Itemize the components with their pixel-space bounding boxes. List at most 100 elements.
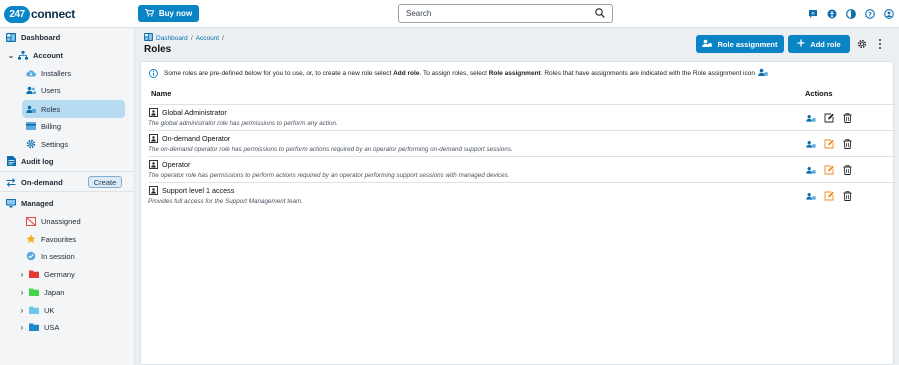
search-input[interactable] xyxy=(406,9,595,18)
sidebar-group-germany[interactable]: › Germany xyxy=(18,266,75,282)
info-banner: Some roles are pre-defined below for you… xyxy=(149,68,768,79)
sidebar-label: Settings xyxy=(41,139,69,149)
svg-text:?: ? xyxy=(868,10,872,18)
sidebar-label: Users xyxy=(41,85,61,95)
role-name-label: Global Administrator xyxy=(162,108,227,117)
accessibility-icon[interactable] xyxy=(826,8,837,19)
row-actions xyxy=(806,139,852,149)
row-divider xyxy=(149,182,895,183)
row-divider xyxy=(149,156,895,157)
sidebar-item-billing[interactable]: Billing xyxy=(26,118,61,134)
buy-now-button[interactable]: Buy now xyxy=(138,5,199,22)
sidebar-label: Dashboard xyxy=(21,32,61,42)
id-badge-icon xyxy=(149,160,158,169)
delete-icon[interactable] xyxy=(842,191,852,201)
role-name-label: Operator xyxy=(162,160,191,169)
sidebar-item-installers[interactable]: Installers xyxy=(26,65,71,81)
buy-now-label: Buy now xyxy=(158,9,193,18)
sidebar-item-unassigned[interactable]: Unassigned xyxy=(26,213,81,229)
org-chart-icon xyxy=(18,50,28,60)
help-icon[interactable]: ? xyxy=(864,8,875,19)
sidebar-label: Roles xyxy=(41,104,61,114)
row-divider xyxy=(149,104,895,105)
search-icon[interactable] xyxy=(595,7,605,20)
sidebar-item-managed[interactable]: Managed xyxy=(6,195,54,211)
settings-gear-icon[interactable] xyxy=(857,39,867,49)
sidebar-label: In session xyxy=(41,251,75,261)
role-name[interactable]: Global Administrator xyxy=(149,108,227,117)
sidebar-label: Japan xyxy=(44,287,65,297)
roles-card: Some roles are pre-defined below for you… xyxy=(140,61,895,365)
add-role-label: Add role xyxy=(810,39,841,49)
info-text: . Roles that have assignments are indica… xyxy=(540,70,755,77)
info-add-role: Add role xyxy=(393,70,420,77)
user-account-icon[interactable] xyxy=(883,8,894,19)
role-name[interactable]: Operator xyxy=(149,160,190,169)
breadcrumb-separator: / xyxy=(222,34,224,42)
id-badge-icon xyxy=(149,108,158,117)
folder-icon xyxy=(29,269,39,279)
breadcrumb: Dashboard / Account / xyxy=(144,33,224,43)
delete-icon[interactable] xyxy=(842,165,852,175)
sidebar-label: Managed xyxy=(21,198,54,208)
sidebar-item-audit-log[interactable]: Audit log xyxy=(6,153,54,169)
role-assignment-icon[interactable] xyxy=(806,191,816,201)
create-session-button[interactable]: Create xyxy=(88,176,122,188)
more-options-icon[interactable] xyxy=(877,39,883,49)
edit-icon[interactable] xyxy=(824,113,834,123)
role-name[interactable]: Support level 1 access xyxy=(149,186,234,195)
sidebar-label: Audit log xyxy=(21,156,54,166)
sidebar-item-account[interactable]: ⌄ Account xyxy=(7,47,63,63)
transfer-arrows-icon xyxy=(6,177,16,187)
chat-icon[interactable] xyxy=(807,8,818,19)
add-role-button[interactable]: Add role xyxy=(788,35,850,53)
role-description: The on-demand operator role has permissi… xyxy=(148,146,513,153)
chevron-right-icon: › xyxy=(20,305,24,315)
breadcrumb-dashboard[interactable]: Dashboard xyxy=(156,35,188,42)
edit-icon[interactable] xyxy=(824,191,834,201)
device-group-icon xyxy=(6,198,16,208)
sidebar-group-usa[interactable]: › USA xyxy=(18,319,60,335)
column-header-name[interactable]: Name xyxy=(151,89,171,98)
sidebar-label: Germany xyxy=(44,269,75,279)
folder-icon xyxy=(29,305,39,315)
logo-badge: 247 xyxy=(4,5,30,23)
role-assignment-icon xyxy=(702,39,713,50)
cloud-download-icon xyxy=(26,68,36,78)
breadcrumb-separator: / xyxy=(190,34,193,42)
role-assignment-icon[interactable] xyxy=(806,113,816,123)
row-actions xyxy=(806,191,852,201)
sidebar-item-on-demand[interactable]: On-demand xyxy=(6,174,63,190)
chevron-right-icon: › xyxy=(20,287,24,297)
chevron-right-icon: › xyxy=(20,269,24,279)
sidebar-group-japan[interactable]: › Japan xyxy=(18,284,65,300)
role-assignment-icon[interactable] xyxy=(806,139,816,149)
sidebar-label: UK xyxy=(44,305,55,315)
users-icon xyxy=(26,85,36,95)
sidebar-item-users[interactable]: Users xyxy=(26,82,61,98)
sidebar-item-in-session[interactable]: In session xyxy=(26,248,75,264)
role-assignment-button[interactable]: Role assignment xyxy=(696,35,784,53)
check-circle-icon xyxy=(26,251,36,261)
sidebar-label: Unassigned xyxy=(41,216,81,226)
column-header-actions: Actions xyxy=(805,89,833,98)
delete-icon[interactable] xyxy=(842,113,852,123)
contrast-icon[interactable] xyxy=(845,8,856,19)
breadcrumb-account[interactable]: Account xyxy=(196,35,220,42)
sidebar-item-roles[interactable]: Roles xyxy=(22,100,125,118)
sidebar-item-favourites[interactable]: Favourites xyxy=(26,231,76,247)
role-assignment-icon[interactable] xyxy=(806,165,816,175)
folder-icon xyxy=(29,322,39,332)
edit-icon[interactable] xyxy=(824,139,834,149)
sidebar-item-dashboard[interactable]: Dashboard xyxy=(6,29,60,45)
edit-icon[interactable] xyxy=(824,165,834,175)
role-description: The global administrator role has permis… xyxy=(148,120,338,127)
role-name[interactable]: On-demand Operator xyxy=(149,134,230,143)
delete-icon[interactable] xyxy=(842,139,852,149)
sidebar-label: Billing xyxy=(41,121,62,131)
credit-card-icon xyxy=(26,121,36,131)
role-description: The operator role has permissions to per… xyxy=(148,172,510,179)
sidebar-item-settings[interactable]: Settings xyxy=(26,136,68,152)
app-logo[interactable]: 247 connect xyxy=(4,4,75,24)
sidebar-group-uk[interactable]: › UK xyxy=(18,302,55,318)
